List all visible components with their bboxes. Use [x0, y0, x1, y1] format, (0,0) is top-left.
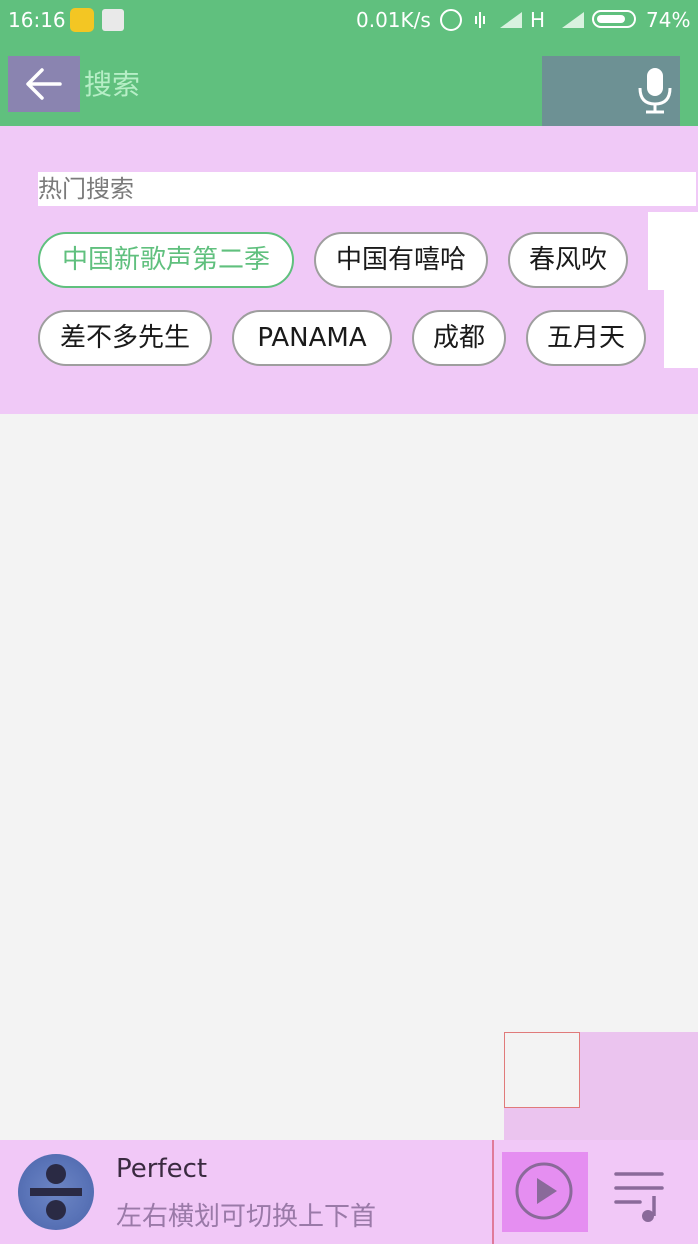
search-toolbar [0, 40, 698, 126]
net-speed: 0.01K/s [356, 8, 431, 32]
album-cover[interactable] [18, 1154, 94, 1230]
playlist-button[interactable] [600, 1152, 680, 1232]
voice-search-button[interactable] [628, 62, 682, 120]
hot-tag[interactable]: 中国新歌声第二季 [38, 232, 294, 288]
hot-tag[interactable]: 差不多先生 [38, 310, 212, 366]
hot-tag[interactable]: PANAMA [232, 310, 392, 366]
back-button[interactable] [8, 56, 80, 112]
song-title: Perfect [116, 1154, 208, 1184]
clock: 16:16 [8, 8, 66, 32]
play-button[interactable] [512, 1156, 576, 1226]
hot-tag[interactable]: 春风吹 [508, 232, 628, 288]
playlist-icon [614, 1172, 664, 1222]
tag-cloud: 中国新歌声第二季 中国有嘻哈 春风吹 差不多先生 PANAMA 成都 五月天 [38, 212, 698, 368]
battery-percent: 74% [646, 8, 691, 32]
mini-player[interactable]: Perfect 左右横划可切换上下首 [0, 1140, 698, 1244]
search-input[interactable] [84, 56, 540, 112]
hot-search-title: 热门搜索 [38, 172, 696, 206]
hot-tag[interactable]: 中国有嘻哈 [314, 232, 488, 288]
floating-button[interactable] [504, 1032, 580, 1108]
microphone-icon [638, 68, 672, 114]
signal-icon [498, 10, 524, 30]
play-icon [515, 1162, 573, 1220]
network-type: H [530, 8, 546, 32]
status-bar: 16:16 0.01K/s H 74% [0, 0, 698, 40]
swipe-hint: 左右横划可切换上下首 [116, 1202, 377, 1232]
back-arrow-icon [26, 68, 62, 100]
notification-icon [102, 9, 124, 31]
alarm-icon [440, 9, 462, 31]
vibrate-icon [474, 8, 486, 32]
hot-search-panel: 热门搜索 中国新歌声第二季 中国有嘻哈 春风吹 差不多先生 PANAMA 成都 … [0, 126, 698, 414]
hot-tag[interactable]: 成都 [412, 310, 506, 366]
battery-icon [592, 10, 636, 28]
app-notification-icon [70, 8, 94, 32]
hot-tag[interactable]: 五月天 [526, 310, 646, 366]
signal-icon [560, 10, 586, 30]
